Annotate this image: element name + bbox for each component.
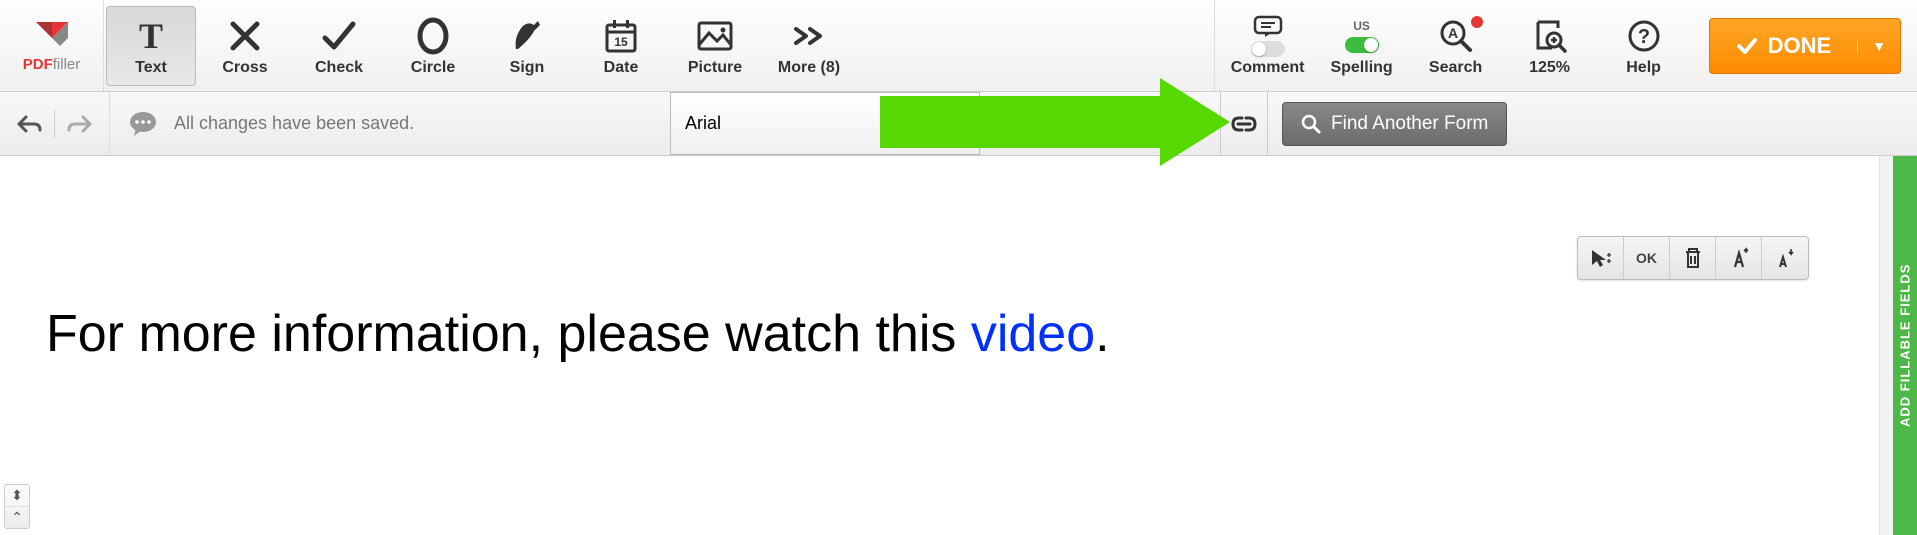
palette-size-down[interactable] <box>1762 237 1808 279</box>
link-button[interactable] <box>1220 92 1268 155</box>
date-icon: 15 <box>602 17 640 55</box>
comment-toggle[interactable] <box>1251 41 1285 57</box>
tool-spelling-label: Spelling <box>1330 59 1392 77</box>
tool-date[interactable]: 15 Date <box>576 6 666 86</box>
tool-sign-label: Sign <box>510 59 545 77</box>
main-toolbar: PDFfiller T Text Cross Check Circle Sign… <box>0 0 1917 92</box>
search-icon: A <box>1438 18 1474 54</box>
tool-text-label: Text <box>135 59 167 77</box>
font-increase-icon <box>1728 247 1750 269</box>
search-small-icon <box>1301 114 1321 134</box>
doc-text-suffix: . <box>1095 305 1109 363</box>
tool-picture[interactable]: Picture <box>670 6 760 86</box>
comment-icon <box>1252 15 1284 39</box>
document-text-line[interactable]: For more information, please watch this … <box>46 304 1110 364</box>
sign-icon <box>508 17 546 55</box>
doc-text-prefix: For more information, please watch this <box>46 305 971 363</box>
redo-icon <box>67 113 93 135</box>
tool-search[interactable]: A Search <box>1411 6 1501 86</box>
tool-date-label: Date <box>604 59 639 77</box>
tool-more-label: More (8) <box>778 59 840 77</box>
done-dropdown[interactable]: ▼ <box>1857 38 1900 54</box>
separator <box>54 110 55 138</box>
page-nav-top-icon[interactable]: ⬍ <box>5 485 29 507</box>
document-canvas[interactable]: For more information, please watch this … <box>0 156 1917 535</box>
palette-ok[interactable]: OK <box>1624 237 1670 279</box>
palette-ok-label: OK <box>1636 250 1657 266</box>
trash-icon <box>1683 247 1703 269</box>
tool-comment-label: Comment <box>1231 59 1305 77</box>
tool-cross-label: Cross <box>222 59 267 77</box>
tool-circle-label: Circle <box>411 59 455 77</box>
tool-help-label: Help <box>1626 59 1661 77</box>
tool-check[interactable]: Check <box>294 6 384 86</box>
done-label: DONE <box>1768 33 1832 59</box>
scrollbar[interactable] <box>1879 156 1893 535</box>
find-form-label: Find Another Form <box>1331 113 1488 135</box>
speech-bubble-icon <box>128 110 160 138</box>
text-edit-palette: OK <box>1577 236 1809 280</box>
palette-delete[interactable] <box>1670 237 1716 279</box>
status-text: All changes have been saved. <box>174 113 414 134</box>
svg-text:15: 15 <box>614 35 628 49</box>
font-selector[interactable]: Arial <box>670 92 980 155</box>
rail-label: ADD FILLABLE FIELDS <box>1898 264 1913 427</box>
zoom-icon <box>1532 18 1568 54</box>
search-notification-dot <box>1471 16 1483 28</box>
doc-text-link[interactable]: video <box>971 305 1095 363</box>
picture-icon <box>695 19 735 53</box>
page-nav-handle[interactable]: ⬍ ⌃ <box>4 484 30 529</box>
circle-icon <box>414 17 452 55</box>
spelling-region-label: US <box>1353 19 1370 33</box>
svg-text:?: ? <box>1637 26 1649 48</box>
tool-comment[interactable]: Comment <box>1223 6 1313 86</box>
logo-text: PDFfiller <box>23 56 81 73</box>
link-icon <box>1229 114 1259 134</box>
more-icon <box>792 25 826 47</box>
add-fillable-fields-rail[interactable]: ADD FILLABLE FIELDS <box>1893 156 1917 535</box>
undo-button[interactable] <box>14 109 44 139</box>
status-area: All changes have been saved. <box>110 110 670 138</box>
palette-size-up[interactable] <box>1716 237 1762 279</box>
sub-toolbar: All changes have been saved. Arial Find … <box>0 92 1917 156</box>
find-form-button[interactable]: Find Another Form <box>1282 102 1507 146</box>
tool-search-label: Search <box>1429 59 1482 77</box>
undo-icon <box>16 113 42 135</box>
tool-zoom-label: 125% <box>1529 59 1570 77</box>
tool-text[interactable]: T Text <box>106 6 196 86</box>
palette-move[interactable] <box>1578 237 1624 279</box>
tool-spelling[interactable]: US Spelling <box>1317 6 1407 86</box>
font-name: Arial <box>685 113 721 134</box>
tool-circle[interactable]: Circle <box>388 6 478 86</box>
redo-button[interactable] <box>65 109 95 139</box>
help-icon: ? <box>1626 18 1662 54</box>
tool-check-label: Check <box>315 59 363 77</box>
svg-text:T: T <box>139 16 163 56</box>
check-icon <box>319 18 359 54</box>
tool-help[interactable]: ? Help <box>1599 6 1689 86</box>
font-decrease-icon <box>1774 247 1796 269</box>
tool-zoom[interactable]: 125% <box>1505 6 1595 86</box>
pdffiller-logo-icon <box>30 18 74 54</box>
page-nav-up-icon[interactable]: ⌃ <box>5 507 29 528</box>
tool-cross[interactable]: Cross <box>200 6 290 86</box>
spelling-toggle[interactable] <box>1345 37 1379 53</box>
done-button[interactable]: DONE ▼ <box>1709 18 1901 74</box>
text-icon: T <box>131 16 171 56</box>
done-check-icon <box>1736 35 1758 57</box>
move-cursor-icon <box>1589 247 1613 269</box>
tool-picture-label: Picture <box>688 59 742 77</box>
svg-text:A: A <box>1448 25 1458 41</box>
tool-sign[interactable]: Sign <box>482 6 572 86</box>
cross-icon <box>227 18 263 54</box>
logo[interactable]: PDFfiller <box>0 0 104 91</box>
tool-more[interactable]: More (8) <box>764 6 854 86</box>
